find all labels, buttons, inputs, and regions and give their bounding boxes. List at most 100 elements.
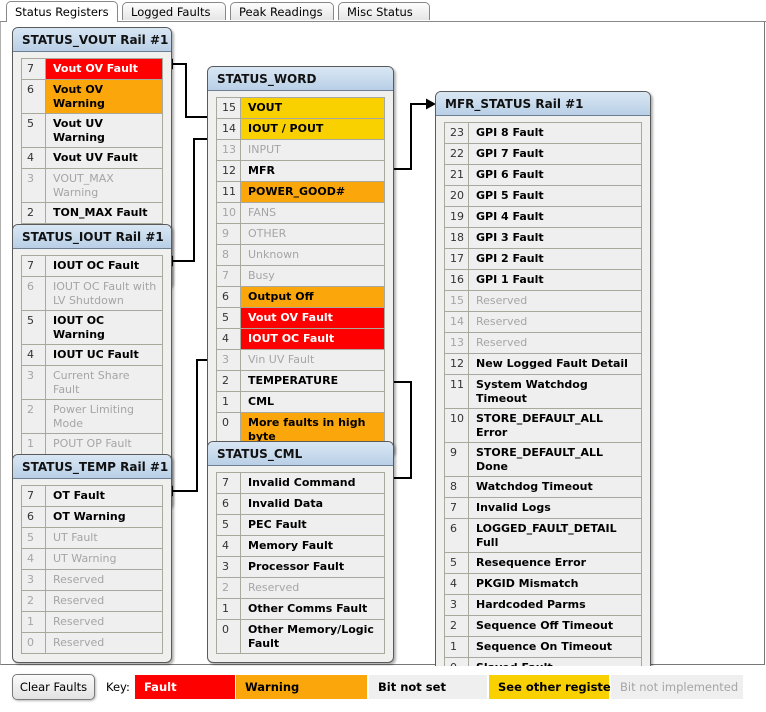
bit-row[interactable]: 7OT Fault [22,486,162,507]
bit-row[interactable]: 20GPI 5 Fault [445,186,641,207]
bit-label: Busy [241,266,384,286]
bit-label: POWER_GOOD# [241,182,384,202]
bit-row[interactable]: 2Power Limiting Mode [22,400,162,434]
panel-title: STATUS_IOUT Rail #1 [13,225,171,249]
bit-index: 0 [22,633,46,653]
bit-row[interactable]: 11System Watchdog Timeout [445,375,641,409]
bit-row[interactable]: 11POWER_GOOD# [217,182,384,203]
bit-row[interactable]: 4IOUT UC Fault [22,345,162,366]
bit-index: 12 [217,161,241,181]
bit-row[interactable]: 7Invalid Logs [445,498,641,519]
bit-row[interactable]: 5Resequence Error [445,553,641,574]
bit-label: Output Off [241,287,384,307]
bit-row[interactable]: 5PEC Fault [217,515,384,536]
bit-row[interactable]: 4Vout UV Fault [22,148,162,169]
bit-label: IOUT OC Fault with LV Shutdown [46,277,162,310]
bit-row[interactable]: 18GPI 3 Fault [445,228,641,249]
bit-row[interactable]: 15VOUT [217,98,384,119]
bit-label: Power Limiting Mode [46,400,162,433]
bit-row[interactable]: 7Invalid Command [217,473,384,494]
bit-row[interactable]: 8Unknown [217,245,384,266]
bit-row[interactable]: 16GPI 1 Fault [445,270,641,291]
bit-row[interactable]: 12New Logged Fault Detail [445,354,641,375]
bit-label: UT Warning [46,549,162,569]
bit-label: GPI 6 Fault [469,165,641,185]
bit-label: New Logged Fault Detail [469,354,641,374]
bit-row[interactable]: 1CML [217,392,384,413]
bit-index: 17 [445,249,469,269]
bit-row[interactable]: 5IOUT OC Warning [22,311,162,345]
bit-row[interactable]: 3Vin UV Fault [217,350,384,371]
bit-row[interactable]: 1Sequence On Timeout [445,637,641,658]
bit-row[interactable]: 3Current Share Fault [22,366,162,400]
bit-row[interactable]: 13Reserved [445,333,641,354]
bit-row[interactable]: 6Invalid Data [217,494,384,515]
bit-row[interactable]: 17GPI 2 Fault [445,249,641,270]
bit-row[interactable]: 8Watchdog Timeout [445,477,641,498]
bit-row[interactable]: 2Reserved [217,578,384,599]
bit-row[interactable]: 6OT Warning [22,507,162,528]
bit-label: Reserved [46,612,162,632]
bit-index: 4 [22,549,46,569]
bit-row[interactable]: 21GPI 6 Fault [445,165,641,186]
bit-row[interactable]: 3VOUT_MAX Warning [22,169,162,203]
bit-index: 4 [22,148,46,168]
bit-label: Reserved [469,312,641,332]
tab-logged-faults[interactable]: Logged Faults [122,2,226,20]
bit-row[interactable]: 23GPI 8 Fault [445,123,641,144]
bit-label: Reserved [469,291,641,311]
bit-row[interactable]: 5Vout UV Warning [22,114,162,148]
bit-row[interactable]: 10FANS [217,203,384,224]
bit-label: Vout UV Warning [46,114,162,147]
bit-row[interactable]: 12MFR [217,161,384,182]
bit-index: 6 [22,507,46,527]
bit-row[interactable]: 7IOUT OC Fault [22,256,162,277]
bit-row[interactable]: 4PKGID Mismatch [445,574,641,595]
tab-status-registers[interactable]: Status Registers [6,1,118,22]
bit-index: 6 [217,494,241,514]
bit-row[interactable]: 10STORE_DEFAULT_ALL Error [445,409,641,443]
bit-row[interactable]: 4UT Warning [22,549,162,570]
bit-index: 7 [445,498,469,518]
tab-misc-status[interactable]: Misc Status [338,2,430,20]
bit-row[interactable]: 5UT Fault [22,528,162,549]
bit-label: Invalid Logs [469,498,641,518]
bit-index: 5 [217,308,241,328]
bit-row[interactable]: 1POUT OP Fault [22,434,162,455]
bit-row[interactable]: 7Vout OV Fault [22,59,162,80]
bit-row[interactable]: 0Other Memory/Logic Fault [217,620,384,654]
bit-row[interactable]: 6Vout OV Warning [22,80,162,114]
bit-row[interactable]: 1Other Comms Fault [217,599,384,620]
bit-index: 7 [22,486,46,506]
bit-row[interactable]: 6Output Off [217,287,384,308]
bit-row[interactable]: 22GPI 7 Fault [445,144,641,165]
clear-faults-button[interactable]: Clear Faults [12,674,95,700]
bit-row[interactable]: 9OTHER [217,224,384,245]
panel-body: 7Invalid Command6Invalid Data5PEC Fault4… [208,466,393,662]
bit-row[interactable]: 4Memory Fault [217,536,384,557]
bit-row[interactable]: 14IOUT / POUT [217,119,384,140]
tab-peak-readings[interactable]: Peak Readings [230,2,334,20]
bit-row[interactable]: 3Hardcoded Parms [445,595,641,616]
bit-row[interactable]: 3Processor Fault [217,557,384,578]
bit-row[interactable]: 5Vout OV Fault [217,308,384,329]
bit-row[interactable]: 9STORE_DEFAULT_ALL Done [445,443,641,477]
bit-row[interactable]: 7Busy [217,266,384,287]
bit-index: 11 [445,375,469,408]
bit-row[interactable]: 19GPI 4 Fault [445,207,641,228]
bit-row[interactable]: 1Reserved [22,612,162,633]
bit-row[interactable]: 2Sequence Off Timeout [445,616,641,637]
bit-row[interactable]: 2Reserved [22,591,162,612]
bit-row[interactable]: 6LOGGED_FAULT_DETAIL Full [445,519,641,553]
bit-row[interactable]: 6IOUT OC Fault with LV Shutdown [22,277,162,311]
bit-row[interactable]: 15Reserved [445,291,641,312]
bit-label: TON_MAX Fault [46,203,162,223]
bit-label: Vout UV Fault [46,148,162,168]
bit-row[interactable]: 2TON_MAX Fault [22,203,162,224]
bit-row[interactable]: 2TEMPERATURE [217,371,384,392]
bit-row[interactable]: 14Reserved [445,312,641,333]
bit-row[interactable]: 13INPUT [217,140,384,161]
bit-row[interactable]: 4IOUT OC Fault [217,329,384,350]
bit-row[interactable]: 0Reserved [22,633,162,654]
bit-row[interactable]: 3Reserved [22,570,162,591]
